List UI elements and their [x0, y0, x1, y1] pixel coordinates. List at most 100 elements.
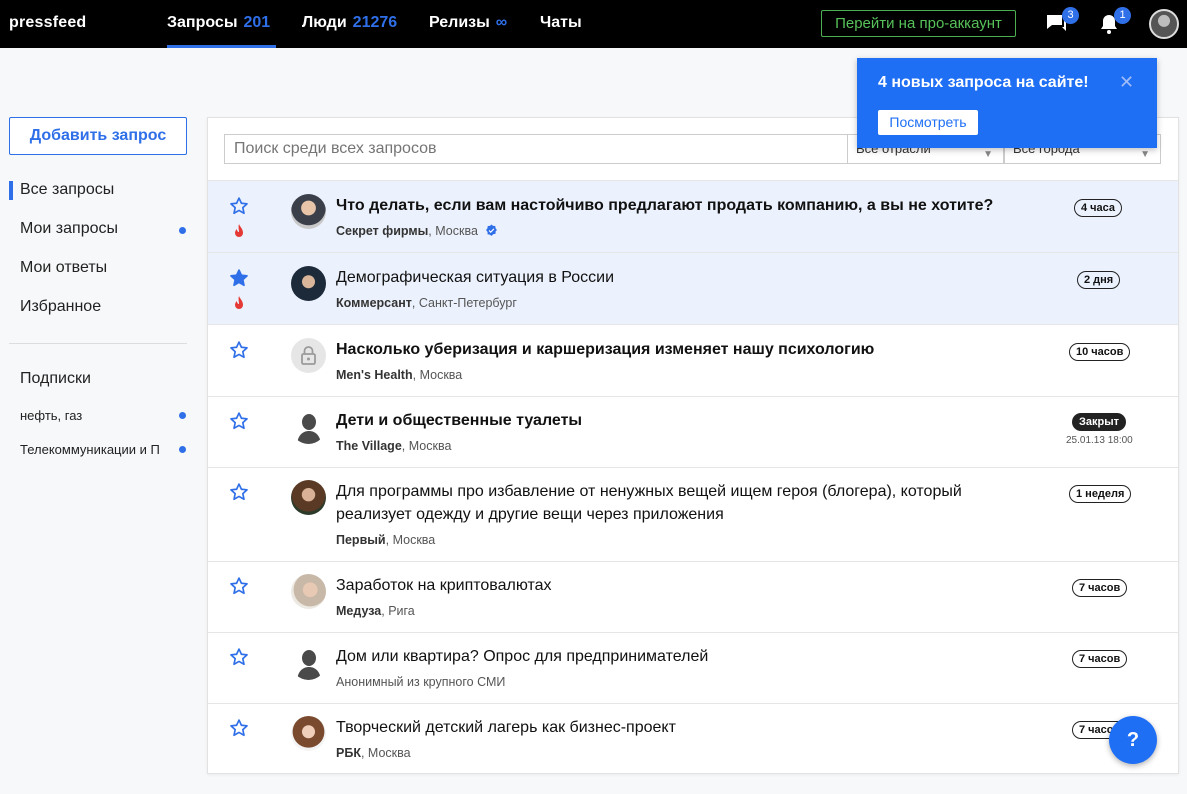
request-row[interactable]: Для программы про избавление от ненужных…	[208, 467, 1178, 561]
request-title[interactable]: Заработок на криптовалютах	[336, 574, 552, 597]
top-bar: pressfeed Запросы 201 Люди 21276 Релизы ∞ Ч…	[0, 0, 1187, 48]
subscription-item[interactable]: нефть, газ	[20, 408, 163, 423]
new-requests-notification: 4 новых запроса на сайте! ✕ Посмотреть	[857, 58, 1157, 148]
star-filled-icon[interactable]	[229, 268, 249, 288]
logo[interactable]: pressfeed	[9, 14, 86, 32]
request-title[interactable]: Творческий детский лагерь как бизнес-про…	[336, 716, 676, 739]
notifications-button[interactable]: 1	[1097, 7, 1131, 36]
outlet-name: Анонимный из крупного СМИ	[336, 675, 506, 689]
avatar[interactable]	[291, 574, 326, 609]
sidebar-item-all-requests[interactable]: Все запросы	[20, 181, 114, 199]
active-tab-indicator	[167, 45, 276, 48]
outlet-name[interactable]: РБК	[336, 746, 361, 760]
request-row[interactable]: Творческий детский лагерь как бизнес-про…	[208, 703, 1178, 773]
tab-releases[interactable]: Релизы ∞	[429, 14, 507, 32]
star-outline-icon[interactable]	[229, 196, 249, 216]
add-request-button[interactable]: Добавить запрос	[9, 117, 187, 155]
tab-people[interactable]: Люди 21276	[302, 14, 397, 32]
city-name: Москва	[419, 368, 463, 382]
request-title[interactable]: Дети и общественные туалеты	[336, 409, 582, 432]
time-badge: 2 дня	[1077, 271, 1121, 289]
time-badge: 7 часов	[1072, 650, 1128, 668]
user-silhouette-icon	[297, 650, 321, 680]
request-source: Коммерсант, Санкт-Петербург	[336, 296, 517, 310]
tab-label: Чаты	[540, 14, 582, 31]
closed-badge: Закрыт	[1072, 413, 1127, 431]
time-badge: 4 часа	[1074, 199, 1123, 217]
city-name: Рига	[388, 604, 415, 618]
tab-chats[interactable]: Чаты	[540, 14, 582, 32]
pro-account-button[interactable]: Перейти на про-аккаунт	[821, 10, 1016, 37]
city-name: Москва	[392, 533, 436, 547]
avatar[interactable]	[291, 716, 326, 751]
close-icon[interactable]: ✕	[1119, 72, 1134, 93]
subscriptions-title[interactable]: Подписки	[20, 370, 91, 388]
unread-dot	[179, 446, 186, 453]
request-row[interactable]: Дом или квартира? Опрос для предпринимат…	[208, 632, 1178, 703]
view-button[interactable]: Посмотреть	[878, 110, 978, 135]
tab-count: ∞	[495, 14, 508, 31]
request-row[interactable]: Что делать, если вам настойчиво предлага…	[208, 180, 1178, 252]
active-item-indicator	[9, 181, 13, 200]
search-input[interactable]	[224, 134, 847, 164]
time-badge: 1 неделя	[1069, 485, 1132, 503]
time-badge: 7 часов	[1072, 579, 1128, 597]
sidebar-divider	[9, 343, 187, 344]
sidebar-item-favorites[interactable]: Избранное	[20, 298, 101, 316]
fire-icon	[235, 296, 243, 309]
outlet-name[interactable]: Первый	[336, 533, 386, 547]
star-outline-icon[interactable]	[229, 576, 249, 596]
request-row[interactable]: Дети и общественные туалеты The Village,…	[208, 396, 1178, 467]
closed-date: 25.01.13 18:00	[1066, 435, 1133, 446]
fire-icon	[235, 224, 243, 237]
messages-button[interactable]: 3	[1045, 7, 1079, 36]
star-outline-icon[interactable]	[229, 340, 249, 360]
request-source: Медуза, Рига	[336, 604, 415, 618]
star-outline-icon[interactable]	[229, 411, 249, 431]
tab-requests[interactable]: Запросы 201	[167, 14, 270, 32]
request-title[interactable]: Для программы про избавление от ненужных…	[336, 480, 1026, 526]
request-title[interactable]: Демографическая ситуация в России	[336, 266, 614, 289]
avatar[interactable]	[291, 266, 326, 301]
notifications-badge: 1	[1114, 7, 1131, 24]
outlet-name[interactable]: Коммерсант	[336, 296, 412, 310]
city-name: Москва	[408, 439, 452, 453]
unread-dot	[179, 412, 186, 419]
request-row[interactable]: Демографическая ситуация в России Коммер…	[208, 252, 1178, 324]
outlet-name[interactable]: Медуза	[336, 604, 381, 618]
outlet-name[interactable]: Секрет фирмы	[336, 224, 428, 238]
city-name: Москва	[367, 746, 411, 760]
lock-icon	[301, 346, 316, 365]
subscription-item[interactable]: Телекоммуникации и П	[20, 442, 163, 457]
sidebar-item-my-requests[interactable]: Мои запросы	[20, 220, 118, 238]
sidebar-item-my-answers[interactable]: Мои ответы	[20, 259, 107, 277]
request-title[interactable]: Что делать, если вам настойчиво предлага…	[336, 194, 993, 217]
tab-label: Релизы	[429, 14, 490, 31]
request-source: Анонимный из крупного СМИ	[336, 675, 505, 689]
avatar[interactable]	[291, 338, 326, 373]
star-outline-icon[interactable]	[229, 647, 249, 667]
outlet-name[interactable]: The Village	[336, 439, 402, 453]
notification-text: 4 новых запроса на сайте!	[878, 74, 1089, 91]
help-button[interactable]: ?	[1109, 716, 1157, 764]
star-outline-icon[interactable]	[229, 718, 249, 738]
request-title[interactable]: Насколько уберизация и каршеризация изме…	[336, 338, 874, 361]
avatar[interactable]	[291, 409, 326, 444]
request-row[interactable]: Заработок на криптовалютах Медуза, Рига …	[208, 561, 1178, 632]
tab-count: 201	[243, 14, 271, 31]
time-badge: 10 часов	[1069, 343, 1131, 361]
tab-label: Люди	[302, 14, 347, 31]
request-title[interactable]: Дом или квартира? Опрос для предпринимат…	[336, 645, 708, 668]
star-outline-icon[interactable]	[229, 482, 249, 502]
outlet-name[interactable]: Men's Health	[336, 368, 413, 382]
user-avatar[interactable]	[1149, 9, 1179, 39]
request-source: Первый, Москва	[336, 533, 436, 547]
request-source: РБК, Москва	[336, 746, 411, 760]
user-silhouette-icon	[297, 414, 321, 444]
avatar[interactable]	[291, 645, 326, 680]
avatar[interactable]	[291, 194, 326, 229]
avatar[interactable]	[291, 480, 326, 515]
requests-panel: Все отрасли ▼ Все города ▼ Что делать, е…	[207, 117, 1179, 774]
city-name: Санкт-Петербург	[418, 296, 517, 310]
request-row[interactable]: Насколько уберизация и каршеризация изме…	[208, 324, 1178, 396]
